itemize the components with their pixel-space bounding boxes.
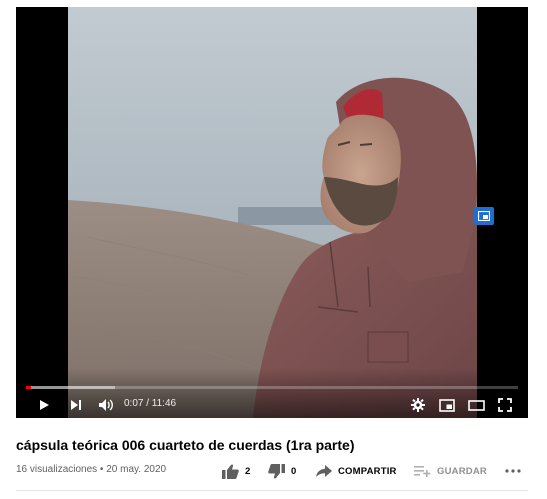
dislike-button[interactable]: 0 (268, 461, 296, 481)
volume-icon (99, 399, 113, 411)
save-label: GUARDAR (437, 465, 487, 477)
player-controls: 0:07 / 11:46 (16, 393, 528, 417)
thumbs-up-icon (222, 463, 239, 479)
progress-bar[interactable] (26, 386, 518, 389)
play-button[interactable] (32, 393, 56, 417)
theater-button[interactable] (464, 393, 488, 417)
share-label: COMPARTIR (338, 465, 397, 477)
progress-played (26, 386, 31, 389)
save-button[interactable]: GUARDAR (414, 461, 487, 481)
cast-icon[interactable] (474, 207, 494, 225)
fullscreen-icon (498, 398, 512, 412)
video-player[interactable]: 0:07 / 11:46 (16, 7, 528, 418)
play-icon (40, 400, 49, 410)
playlist-add-icon (414, 466, 431, 477)
more-button[interactable] (505, 461, 521, 481)
like-count: 2 (245, 465, 251, 477)
share-button[interactable]: COMPARTIR (316, 461, 397, 481)
miniplayer-button[interactable] (435, 393, 459, 417)
share-icon (316, 465, 332, 477)
settings-button[interactable] (406, 393, 430, 417)
video-actions: 2 0 COMPARTIR GUARDAR (0, 461, 547, 481)
more-icon (505, 469, 521, 473)
theater-icon (467, 399, 485, 411)
dislike-count: 0 (291, 465, 297, 477)
gear-icon (411, 398, 425, 412)
video-frame[interactable] (68, 7, 477, 418)
video-title: cápsula teórica 006 cuarteto de cuerdas … (16, 437, 355, 453)
fullscreen-button[interactable] (493, 393, 517, 417)
next-icon (71, 400, 81, 410)
video-thumbnail (68, 7, 477, 418)
next-button[interactable] (64, 393, 88, 417)
miniplayer-icon (439, 398, 455, 412)
time-display: 0:07 / 11:46 (124, 398, 177, 409)
volume-button[interactable] (94, 393, 118, 417)
watch-page: 0:07 / 11:46 cápsula teórica 006 cuartet… (0, 0, 547, 499)
progress-loaded (26, 386, 115, 389)
like-button[interactable]: 2 (222, 461, 250, 481)
divider (16, 490, 528, 491)
thumbs-down-icon (268, 463, 285, 479)
